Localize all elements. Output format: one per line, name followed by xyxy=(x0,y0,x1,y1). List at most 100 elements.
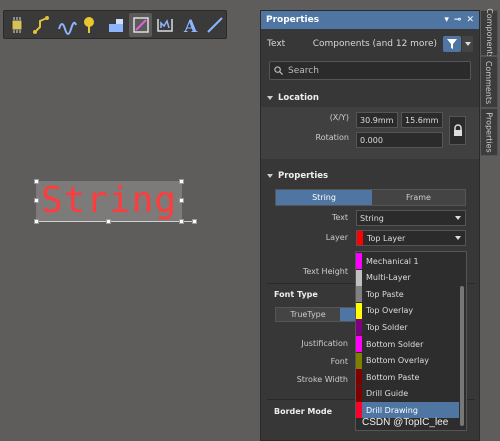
fill-tool-button[interactable] xyxy=(105,13,128,37)
font-type-title: Font Type xyxy=(274,290,318,299)
tab-properties[interactable]: Properties xyxy=(481,108,498,156)
layer-option[interactable]: Bottom Paste xyxy=(356,369,459,386)
filter-value: Components (and 12 more) xyxy=(312,39,437,49)
border-mode-title: Border Mode xyxy=(274,407,333,416)
layer-option-label: Top Solder xyxy=(366,322,408,332)
location-section-header[interactable]: Location xyxy=(261,89,479,107)
rotation-field[interactable]: 0.000 xyxy=(356,132,443,148)
text-tool-button[interactable]: A xyxy=(179,13,202,37)
text-field[interactable]: String xyxy=(356,210,466,226)
panel-title-bar: Properties ▾ ⊸ ✕ xyxy=(261,11,479,29)
y-field[interactable]: 15.6mm xyxy=(401,112,443,128)
layer-option-label: Top Paste xyxy=(366,289,404,299)
layer-option[interactable]: Top Paste xyxy=(356,286,459,303)
text-height-label: Text Height xyxy=(302,267,348,276)
layer-option-label: Multi-Layer xyxy=(366,273,411,283)
layer-color-swatch xyxy=(356,385,362,402)
layer-select[interactable]: Top Layer xyxy=(356,230,466,246)
route-tool-button[interactable] xyxy=(31,13,54,37)
layer-option[interactable]: Mechanical 1 xyxy=(356,253,459,269)
layer-option[interactable]: Bottom Solder xyxy=(356,336,459,352)
layer-option-label: Drill Guide xyxy=(366,389,409,399)
fill-icon xyxy=(109,18,124,32)
xy-label: (X/Y) xyxy=(329,113,349,122)
place-pad-icon xyxy=(84,16,95,33)
text-icon: A xyxy=(183,17,198,35)
search-placeholder: Search xyxy=(288,65,319,76)
line-tool-button[interactable] xyxy=(203,13,226,37)
panel-title: Properties xyxy=(266,15,320,25)
region-icon xyxy=(132,16,149,33)
tab-truetype[interactable]: TrueType xyxy=(276,308,340,321)
search-input[interactable]: Search xyxy=(269,61,471,80)
dropdown-icon[interactable]: ▾ xyxy=(444,15,449,25)
layer-color-swatch xyxy=(356,269,362,286)
layer-color-swatch xyxy=(356,402,362,419)
close-icon[interactable]: ✕ xyxy=(466,15,474,25)
filter-dropdown-button[interactable] xyxy=(462,36,473,52)
watermark: CSDN @TopIC_lee xyxy=(362,417,449,428)
resize-handle[interactable] xyxy=(34,219,39,224)
justification-label: Justification xyxy=(301,339,348,348)
font-label: Font xyxy=(330,357,348,366)
component-tool-button[interactable] xyxy=(6,13,29,37)
resize-handle[interactable] xyxy=(106,219,111,224)
location-title: Location xyxy=(278,93,319,103)
line-icon xyxy=(206,16,223,33)
filter-button[interactable] xyxy=(443,36,461,52)
layer-option-label: Bottom Paste xyxy=(366,372,420,382)
layer-color-swatch xyxy=(356,302,362,319)
tab-components[interactable]: Components xyxy=(481,8,498,58)
dimension-tool-button[interactable] xyxy=(154,13,177,37)
interactive-route-tool-button[interactable] xyxy=(55,13,78,37)
layer-option-label: Bottom Solder xyxy=(366,339,424,349)
layer-color-swatch xyxy=(356,286,362,303)
selected-string-object[interactable]: String xyxy=(36,181,182,221)
interactive-route-icon xyxy=(57,21,77,35)
tab-string[interactable]: String xyxy=(276,190,372,205)
layer-color-swatch xyxy=(356,336,362,352)
chevron-down-icon xyxy=(455,236,461,240)
tab-frame[interactable]: Frame xyxy=(372,190,465,205)
properties-title: Properties xyxy=(278,171,329,181)
layer-color-swatch xyxy=(356,253,362,269)
resize-handle[interactable] xyxy=(179,198,184,203)
resize-handle[interactable] xyxy=(192,219,197,224)
layer-option[interactable]: Top Overlay xyxy=(356,302,459,319)
tab-comments[interactable]: Comments xyxy=(481,56,498,108)
layer-option[interactable]: Multi-Layer xyxy=(356,269,459,286)
list-scrollbar[interactable] xyxy=(460,286,464,426)
layer-option-label: Mechanical 1 xyxy=(366,256,419,266)
layer-label: Layer xyxy=(325,233,348,242)
route-icon xyxy=(33,15,49,34)
region-tool-button[interactable] xyxy=(129,12,153,37)
resize-handle[interactable] xyxy=(34,198,39,203)
layer-dropdown-list: Mechanical 1 Multi-Layer Top Paste Top Over… xyxy=(355,251,467,431)
x-field[interactable]: 30.9mm xyxy=(356,112,398,128)
pin-icon[interactable]: ⊸ xyxy=(454,15,462,25)
place-pad-tool-button[interactable] xyxy=(80,13,103,37)
layer-option[interactable]: Drill Drawing xyxy=(356,402,459,419)
rotation-label: Rotation xyxy=(315,133,349,142)
funnel-icon xyxy=(447,39,457,49)
resize-handle[interactable] xyxy=(34,179,39,184)
string-baseline xyxy=(36,221,194,222)
layer-option-label: Bottom Overlay xyxy=(366,356,429,366)
svg-text:A: A xyxy=(183,17,198,35)
layer-option-label: Top Overlay xyxy=(366,306,414,316)
search-icon xyxy=(274,66,283,75)
stroke-width-label: Stroke Width xyxy=(296,375,348,384)
pcb-canvas[interactable]: A String xyxy=(0,0,258,441)
layer-option[interactable]: Drill Guide xyxy=(356,385,459,402)
properties-section-header[interactable]: Properties xyxy=(261,167,479,185)
resize-handle[interactable] xyxy=(179,179,184,184)
string-frame-toggle: String Frame xyxy=(275,189,466,206)
chevron-down-icon xyxy=(464,42,471,46)
layer-option[interactable]: Bottom Overlay xyxy=(356,352,459,369)
lock-button[interactable] xyxy=(449,116,466,145)
layer-color-swatch xyxy=(356,352,362,369)
collapse-icon xyxy=(267,174,273,178)
resize-handle[interactable] xyxy=(179,219,184,224)
side-panel-tabs: Components Comments Properties xyxy=(481,8,500,160)
layer-option[interactable]: Top Solder xyxy=(356,319,459,336)
